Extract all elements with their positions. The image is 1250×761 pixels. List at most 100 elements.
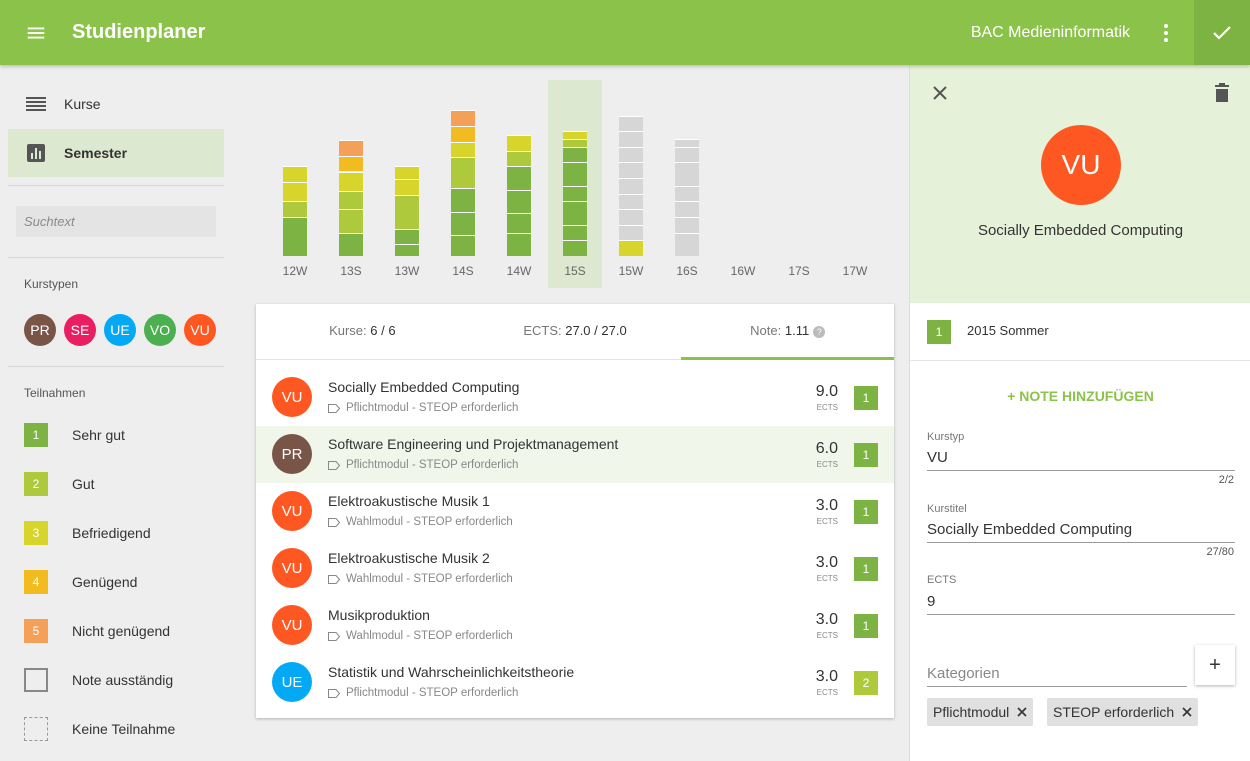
bar-segment[interactable]	[563, 162, 587, 186]
bar-segment[interactable]	[451, 188, 475, 212]
bar-segment[interactable]	[395, 179, 419, 195]
bar-segment[interactable]	[451, 157, 475, 189]
bar-segment[interactable]	[563, 185, 587, 202]
bar-segment[interactable]	[451, 211, 475, 236]
add-grade-button[interactable]: + NOTE HINZUFÜGEN	[910, 388, 1250, 404]
legend-item[interactable]: Keine Teilnahme	[24, 717, 175, 741]
semester-label-17s[interactable]: 17S	[771, 264, 827, 278]
bar-segment[interactable]	[283, 201, 307, 217]
bar-segment[interactable]	[619, 209, 643, 225]
bar-segment[interactable]	[339, 232, 363, 256]
bar-segment[interactable]	[339, 155, 363, 172]
grade-badge[interactable]: 1	[854, 443, 878, 467]
bar-segment[interactable]	[451, 110, 475, 126]
bar-segment[interactable]	[339, 171, 363, 191]
bar-segment[interactable]	[339, 209, 363, 233]
delete-button[interactable]	[1210, 81, 1234, 105]
add-category-button[interactable]: +	[1195, 645, 1235, 685]
course-row[interactable]: VU Socially Embedded Computing Pflichtmodu…	[256, 369, 894, 426]
tab-ects[interactable]: ECTS: 27.0 / 27.0	[469, 304, 682, 359]
bar-segment[interactable]	[507, 213, 531, 233]
bar-segment[interactable]	[619, 131, 643, 147]
grade-badge[interactable]: 1	[854, 500, 878, 524]
tab-note[interactable]: Note: 1.11?	[681, 304, 894, 359]
bar-segment[interactable]	[283, 217, 307, 256]
bar-segment[interactable]	[675, 146, 699, 163]
course-row[interactable]: VU Elektroakustische Musik 1 Wahlmodul - S…	[256, 483, 894, 540]
semester-label-16w[interactable]: 16W	[715, 264, 771, 278]
bar-segment[interactable]	[619, 115, 643, 132]
legend-item[interactable]: 4 Genügend	[24, 570, 137, 594]
kurstyp-chip-vu[interactable]: VU	[184, 314, 216, 346]
semester-label-16s[interactable]: 16S	[659, 264, 715, 278]
semester-label-17w[interactable]: 17W	[827, 264, 883, 278]
semester-label-14w[interactable]: 14W	[491, 264, 547, 278]
legend-item[interactable]: 5 Nicht genügend	[24, 619, 170, 643]
bar-segment[interactable]	[619, 178, 643, 194]
bar-segment[interactable]	[675, 232, 699, 256]
kurstyp-chip-vo[interactable]: VO	[144, 314, 176, 346]
bar-segment[interactable]	[563, 201, 587, 225]
semester-label-12w[interactable]: 12W	[267, 264, 323, 278]
bar-segment[interactable]	[675, 139, 699, 147]
bar-segment[interactable]	[563, 224, 587, 241]
legend-item[interactable]: 1 Sehr gut	[24, 423, 125, 447]
semester-grade-row[interactable]: 1 2015 Sommer	[910, 303, 1250, 361]
bar-segment[interactable]	[451, 235, 475, 256]
bar-segment[interactable]	[395, 228, 419, 245]
kurstyp-chip-pr[interactable]: PR	[24, 314, 56, 346]
kurstyp-chip-ue[interactable]: UE	[104, 314, 136, 346]
bar-segment[interactable]	[563, 146, 587, 163]
help-icon[interactable]: ?	[813, 325, 826, 338]
bar-segment[interactable]	[675, 162, 699, 186]
remove-tag-button[interactable]	[1182, 707, 1192, 717]
tab-kurse[interactable]: Kurse: 6 / 6	[256, 304, 469, 359]
kurstitel-field[interactable]	[927, 517, 1235, 543]
bar-segment[interactable]	[339, 140, 363, 156]
bar-segment[interactable]	[619, 240, 643, 256]
semester-label-14s[interactable]: 14S	[435, 264, 491, 278]
bar-segment[interactable]	[675, 217, 699, 233]
bar-segment[interactable]	[619, 162, 643, 178]
bar-segment[interactable]	[563, 131, 587, 139]
kurstyp-field[interactable]	[927, 445, 1235, 471]
semester-label-15s[interactable]: 15S	[547, 264, 603, 278]
bar-segment[interactable]	[507, 150, 531, 167]
nav-item-kurse[interactable]: Kurse	[8, 80, 224, 128]
course-row[interactable]: UE Statistik und Wahrscheinlichkeitstheor…	[256, 654, 894, 711]
semester-label-15w[interactable]: 15W	[603, 264, 659, 278]
bar-segment[interactable]	[619, 224, 643, 241]
grade-badge[interactable]: 1	[854, 557, 878, 581]
bar-segment[interactable]	[563, 240, 587, 256]
bar-segment[interactable]	[619, 146, 643, 163]
bar-segment[interactable]	[675, 185, 699, 202]
bar-segment[interactable]	[395, 244, 419, 256]
ects-field[interactable]	[927, 589, 1235, 615]
menu-button[interactable]	[0, 0, 72, 65]
bar-segment[interactable]	[451, 126, 475, 142]
bar-segment[interactable]	[507, 135, 531, 151]
course-row[interactable]: PR Software Engineering und Projektmanage…	[256, 426, 894, 483]
legend-item[interactable]: Note ausständig	[24, 668, 173, 692]
grade-badge[interactable]: 2	[854, 671, 878, 695]
bar-segment[interactable]	[507, 189, 531, 214]
bar-segment[interactable]	[563, 139, 587, 147]
bar-segment[interactable]	[283, 181, 307, 202]
bar-segment[interactable]	[395, 194, 419, 229]
course-row[interactable]: VU Elektroakustische Musik 2 Wahlmodul - S…	[256, 540, 894, 597]
grade-badge[interactable]: 1	[854, 614, 878, 638]
search-input[interactable]	[16, 206, 216, 237]
course-row[interactable]: VU Musikproduktion Wahlmodul - STEOP erfor…	[256, 597, 894, 654]
more-options-button[interactable]	[1154, 0, 1178, 65]
close-button[interactable]	[928, 81, 952, 105]
nav-item-semester[interactable]: Semester	[8, 129, 224, 177]
semester-label-13w[interactable]: 13W	[379, 264, 435, 278]
bar-segment[interactable]	[283, 166, 307, 182]
bar-segment[interactable]	[619, 193, 643, 210]
kurstyp-chip-se[interactable]: SE	[64, 314, 96, 346]
kategorien-input[interactable]	[927, 661, 1187, 687]
confirm-button[interactable]	[1194, 0, 1250, 65]
program-selector[interactable]: BAC Medieninformatik	[971, 24, 1130, 42]
legend-item[interactable]: 2 Gut	[24, 472, 95, 496]
bar-segment[interactable]	[675, 201, 699, 217]
